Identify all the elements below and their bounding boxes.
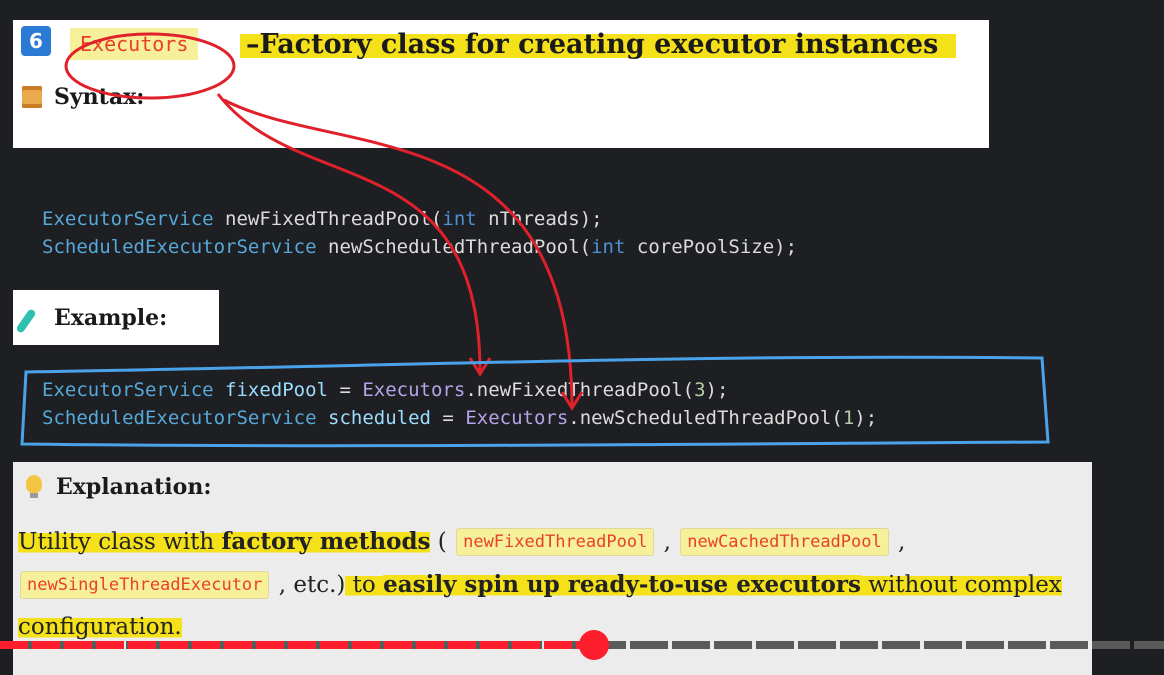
video-progress-fill xyxy=(0,641,594,649)
blue-box-annotation xyxy=(20,355,1050,448)
annotation-overlay xyxy=(20,32,1050,448)
red-circle-annotation xyxy=(64,32,236,100)
video-scrubber-knob[interactable] xyxy=(578,630,609,660)
red-arrow-annotation xyxy=(223,98,574,406)
